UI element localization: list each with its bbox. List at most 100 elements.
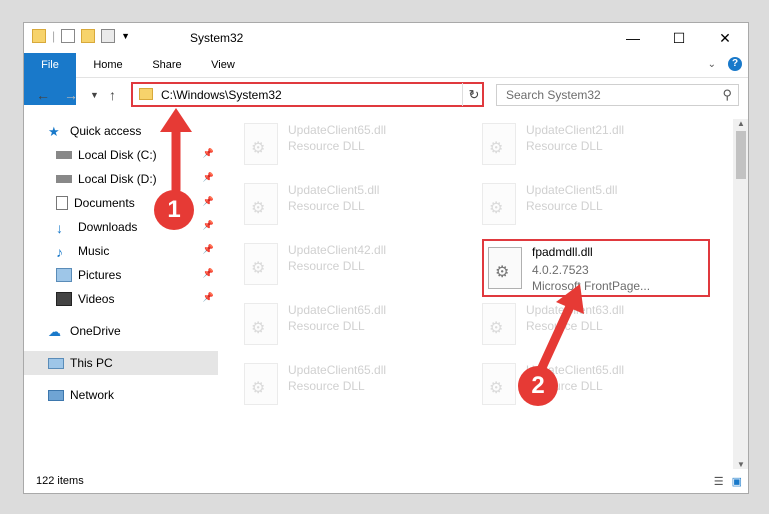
- help-icon[interactable]: ?: [728, 57, 742, 71]
- list-item[interactable]: ⚙ UpdateClient63.dll Resource DLL: [478, 299, 698, 351]
- search-input[interactable]: Search System32 ⚲: [496, 84, 739, 106]
- pin-icon[interactable]: 📌: [203, 220, 214, 231]
- sidebar-item-music[interactable]: ♪ Music 📌: [24, 239, 218, 263]
- ribbon-right: ⌄ ?: [708, 57, 742, 71]
- list-item[interactable]: ⚙ UpdateClient5.dll Resource DLL: [478, 179, 698, 231]
- sidebar-item-quick-access[interactable]: ★ Quick access: [24, 119, 218, 143]
- search-placeholder: Search System32: [506, 88, 601, 102]
- navigation-pane: ★ Quick access Local Disk (C:) 📌 Local D…: [24, 119, 218, 459]
- list-item[interactable]: ⚙ UpdateClient65.dll Resource DLL: [240, 359, 460, 411]
- sidebar-item-local-disk-d[interactable]: Local Disk (D:) 📌: [24, 167, 218, 191]
- file-name: UpdateClient21.dll: [526, 123, 625, 137]
- list-item[interactable]: ⚙ UpdateClient65.dll Resource DLL: [240, 299, 460, 351]
- folder-icon[interactable]: [32, 29, 46, 43]
- close-button[interactable]: ✕: [702, 23, 748, 53]
- sidebar-item-network[interactable]: Network: [24, 383, 218, 407]
- dll-file-icon: ⚙: [482, 303, 516, 345]
- window-controls: — ☐ ✕: [610, 23, 748, 53]
- pictures-icon: [56, 268, 72, 282]
- sidebar-item-label: Network: [70, 388, 115, 402]
- file-name: UpdateClient42.dll: [288, 243, 387, 257]
- customize-icon[interactable]: [101, 29, 116, 43]
- file-name: UpdateClient65.dll: [288, 123, 387, 137]
- file-type: Resource DLL: [526, 199, 603, 213]
- file-name: UpdateClient65.dll: [288, 303, 387, 317]
- sidebar-item-label: Quick access: [70, 124, 142, 138]
- pin-icon[interactable]: 📌: [203, 292, 214, 303]
- pin-icon[interactable]: 📌: [203, 172, 214, 183]
- gear-icon: ⚙: [251, 320, 266, 337]
- gear-icon: ⚙: [251, 200, 266, 217]
- list-item[interactable]: ⚙ UpdateClient65.dll Resource DLL: [478, 359, 698, 411]
- list-item[interactable]: ⚙ UpdateClient42.dll Resource DLL: [240, 239, 460, 291]
- file-type: Resource DLL: [526, 139, 603, 153]
- computer-icon: [48, 357, 64, 369]
- sidebar-item-label: Videos: [78, 292, 115, 306]
- address-row: ← → ▼ ↑ C:\Windows\System32 ⌄ ↻ Search S…: [24, 79, 748, 111]
- view-toggles: ☰ ▣: [714, 475, 742, 488]
- gear-icon: ⚙: [251, 380, 266, 397]
- back-arrow-icon[interactable]: ←: [36, 87, 50, 103]
- file-name: fpadmdll.dll: [532, 245, 593, 259]
- item-count: 122 items: [36, 475, 84, 487]
- pin-icon[interactable]: 📌: [203, 196, 214, 207]
- drive-icon: [56, 175, 72, 183]
- chevron-down-icon[interactable]: ▼: [121, 31, 130, 41]
- sidebar-item-this-pc[interactable]: This PC: [24, 351, 218, 375]
- drive-icon: [56, 151, 72, 159]
- sidebar-item-label: Downloads: [78, 220, 138, 234]
- list-item[interactable]: ⚙ UpdateClient65.dll Resource DLL: [240, 119, 460, 171]
- dll-file-icon: ⚙: [244, 243, 278, 285]
- dll-file-icon: ⚙: [244, 123, 278, 165]
- scroll-down-icon[interactable]: ▼: [737, 460, 745, 469]
- sidebar-item-label: This PC: [70, 356, 113, 370]
- list-item[interactable]: ⚙ UpdateClient21.dll Resource DLL: [478, 119, 698, 171]
- new-folder-icon[interactable]: [81, 29, 96, 43]
- window-title: System32: [190, 31, 244, 45]
- highlighted-file-fpadmdll[interactable]: ⚙ fpadmdll.dll 4.0.2.7523 Microsoft Fron…: [482, 239, 710, 297]
- sidebar-item-onedrive[interactable]: ☁ OneDrive: [24, 319, 218, 343]
- file-type: Resource DLL: [288, 319, 365, 333]
- minimize-button[interactable]: —: [610, 23, 656, 53]
- sidebar-item-local-disk-c[interactable]: Local Disk (C:) 📌: [24, 143, 218, 167]
- address-path: C:\Windows\System32: [161, 88, 282, 102]
- file-description: Microsoft FrontPage...: [532, 279, 651, 293]
- expand-ribbon-icon[interactable]: ⌄: [708, 59, 716, 70]
- explorer-window: | ▼ System32 — ☐ ✕ File Home Share View …: [23, 22, 749, 494]
- properties-icon[interactable]: [61, 29, 76, 43]
- gear-icon: ⚙: [489, 140, 504, 157]
- pin-icon[interactable]: 📌: [203, 244, 214, 255]
- large-icons-view-icon[interactable]: ▣: [732, 475, 742, 488]
- address-bar[interactable]: C:\Windows\System32 ⌄: [131, 82, 484, 107]
- gear-icon: ⚙: [489, 320, 504, 337]
- dll-file-icon: ⚙: [488, 247, 522, 289]
- details-view-icon[interactable]: ☰: [714, 475, 724, 488]
- pin-icon[interactable]: 📌: [203, 268, 214, 279]
- cloud-icon: ☁: [48, 324, 61, 339]
- tab-home[interactable]: Home: [86, 53, 130, 77]
- sidebar-item-videos[interactable]: Videos 📌: [24, 287, 218, 311]
- sidebar-item-pictures[interactable]: Pictures 📌: [24, 263, 218, 287]
- tab-share[interactable]: Share: [144, 53, 190, 77]
- gear-icon: ⚙: [495, 264, 510, 281]
- sidebar-item-label: OneDrive: [70, 324, 121, 338]
- title-bar: | ▼ System32 — ☐ ✕: [24, 23, 748, 53]
- tab-view[interactable]: View: [202, 53, 244, 77]
- vertical-scrollbar[interactable]: ▲ ▼: [733, 119, 748, 469]
- quick-access-toolbar: | ▼: [32, 29, 130, 43]
- forward-arrow-icon[interactable]: →: [64, 87, 78, 103]
- callout-badge-1: 1: [154, 190, 194, 230]
- recent-locations-icon[interactable]: ▼: [90, 90, 99, 100]
- documents-icon: [56, 196, 68, 210]
- gear-icon: ⚙: [489, 200, 504, 217]
- scroll-thumb[interactable]: [736, 131, 746, 179]
- list-item[interactable]: ⚙ UpdateClient5.dll Resource DLL: [240, 179, 460, 231]
- up-arrow-icon[interactable]: ↑: [109, 87, 116, 103]
- maximize-button[interactable]: ☐: [656, 23, 702, 53]
- refresh-icon[interactable]: ↻: [462, 83, 485, 106]
- scroll-up-icon[interactable]: ▲: [737, 119, 745, 128]
- sidebar-item-label: Documents: [74, 196, 135, 210]
- sidebar-item-label: Music: [78, 244, 110, 258]
- pin-icon[interactable]: 📌: [203, 148, 214, 159]
- file-version: 4.0.2.7523: [532, 263, 589, 277]
